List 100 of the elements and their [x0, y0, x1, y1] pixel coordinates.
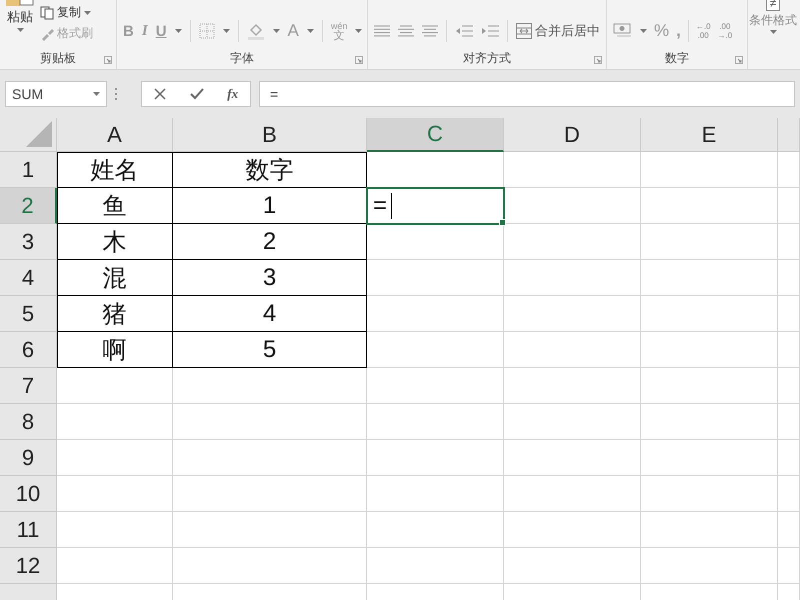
empty-cell[interactable]: [504, 224, 641, 260]
empty-cell[interactable]: [173, 512, 367, 548]
table-cell: 猪: [57, 296, 173, 332]
dialog-launcher-icon[interactable]: [355, 56, 363, 64]
row-header[interactable]: 8: [0, 404, 57, 440]
row-header[interactable]: 2: [0, 188, 57, 224]
close-icon[interactable]: [154, 88, 166, 100]
row-header[interactable]: 1: [0, 152, 57, 188]
empty-cell[interactable]: [367, 260, 504, 296]
empty-cell[interactable]: [778, 404, 800, 440]
group-label: 数字: [664, 50, 690, 67]
empty-cell[interactable]: [173, 404, 367, 440]
row-header[interactable]: 4: [0, 260, 57, 296]
caret-icon: [355, 29, 362, 33]
empty-cell[interactable]: [778, 188, 800, 224]
empty-cell[interactable]: [778, 224, 800, 260]
empty-cell[interactable]: [778, 332, 800, 368]
empty-cell[interactable]: [778, 512, 800, 548]
row-header[interactable]: 9: [0, 440, 57, 476]
empty-cell[interactable]: [641, 548, 778, 584]
column-header[interactable]: E: [641, 118, 778, 152]
empty-cell[interactable]: [367, 512, 504, 548]
row-header[interactable]: 6: [0, 332, 57, 368]
row-header[interactable]: 5: [0, 296, 57, 332]
column-header[interactable]: D: [504, 118, 641, 152]
empty-cell[interactable]: [367, 368, 504, 404]
empty-cell[interactable]: [504, 512, 641, 548]
dialog-launcher-icon[interactable]: [594, 56, 602, 64]
column-header[interactable]: B: [173, 118, 367, 152]
row-header[interactable]: 11: [0, 512, 57, 548]
caret-icon: [84, 10, 91, 14]
row-header[interactable]: 3: [0, 224, 57, 260]
empty-cell[interactable]: [778, 440, 800, 476]
empty-cell[interactable]: [504, 260, 641, 296]
row-header[interactable]: 7: [0, 368, 57, 404]
decrease-indent-icon[interactable]: [455, 24, 473, 38]
paste-button[interactable]: 粘贴: [6, 0, 34, 49]
column-header[interactable]: [778, 118, 800, 152]
empty-cell[interactable]: [641, 296, 778, 332]
formula-field[interactable]: =: [259, 81, 795, 107]
empty-cell[interactable]: [173, 368, 367, 404]
group-label: 剪贴板: [39, 50, 77, 67]
active-cell[interactable]: =: [367, 188, 504, 224]
empty-cell[interactable]: [504, 368, 641, 404]
caret-icon: [640, 29, 647, 33]
insert-function-button[interactable]: fx: [227, 86, 238, 102]
border-icon[interactable]: [198, 23, 215, 39]
empty-cell[interactable]: [641, 152, 778, 188]
empty-cell[interactable]: [504, 188, 641, 224]
empty-cell[interactable]: [504, 296, 641, 332]
table-cell: 数字: [173, 152, 367, 188]
empty-cell[interactable]: [504, 332, 641, 368]
align-right-icon[interactable]: [422, 24, 438, 38]
empty-cell[interactable]: [173, 476, 367, 512]
drag-handle-icon: [115, 88, 117, 100]
name-box[interactable]: SUM: [5, 81, 107, 107]
currency-icon[interactable]: [613, 23, 633, 39]
empty-cell[interactable]: [367, 476, 504, 512]
empty-cell[interactable]: [367, 224, 504, 260]
empty-cell[interactable]: [641, 332, 778, 368]
checkmark-icon[interactable]: [190, 88, 204, 100]
empty-cell[interactable]: [173, 440, 367, 476]
empty-cell[interactable]: [778, 476, 800, 512]
empty-cell[interactable]: [641, 188, 778, 224]
select-all-icon[interactable]: [26, 121, 52, 147]
fill-bucket-icon[interactable]: [246, 22, 265, 40]
empty-cell[interactable]: [367, 332, 504, 368]
empty-cell[interactable]: [504, 548, 641, 584]
empty-cell[interactable]: [641, 224, 778, 260]
merge-center-button[interactable]: 合并后居中: [516, 22, 600, 40]
empty-cell[interactable]: [504, 404, 641, 440]
empty-cell[interactable]: [367, 440, 504, 476]
empty-cell[interactable]: [778, 368, 800, 404]
increase-indent-icon[interactable]: [481, 24, 499, 38]
empty-cell[interactable]: [504, 440, 641, 476]
dialog-launcher-icon[interactable]: [735, 56, 743, 64]
dialog-launcher-icon[interactable]: [104, 56, 112, 64]
empty-cell[interactable]: [641, 440, 778, 476]
empty-cell[interactable]: [641, 260, 778, 296]
empty-cell[interactable]: [367, 296, 504, 332]
table-cell: 木: [57, 224, 173, 260]
empty-cell[interactable]: [778, 296, 800, 332]
row-header[interactable]: 10: [0, 476, 57, 512]
column-header[interactable]: C: [367, 118, 504, 152]
empty-cell[interactable]: [778, 260, 800, 296]
empty-cell[interactable]: [641, 404, 778, 440]
empty-cell[interactable]: [504, 476, 641, 512]
align-left-icon[interactable]: [374, 24, 390, 38]
empty-cell[interactable]: [367, 548, 504, 584]
empty-cell[interactable]: [504, 152, 641, 188]
empty-cell[interactable]: [173, 548, 367, 584]
empty-cell[interactable]: [641, 368, 778, 404]
empty-cell[interactable]: [778, 548, 800, 584]
empty-cell[interactable]: [367, 404, 504, 440]
empty-cell[interactable]: [641, 512, 778, 548]
align-center-icon[interactable]: [398, 24, 414, 38]
column-header[interactable]: A: [57, 118, 173, 152]
empty-cell[interactable]: [641, 476, 778, 512]
row-header[interactable]: 12: [0, 548, 57, 584]
copy-button[interactable]: 复制: [40, 4, 93, 21]
